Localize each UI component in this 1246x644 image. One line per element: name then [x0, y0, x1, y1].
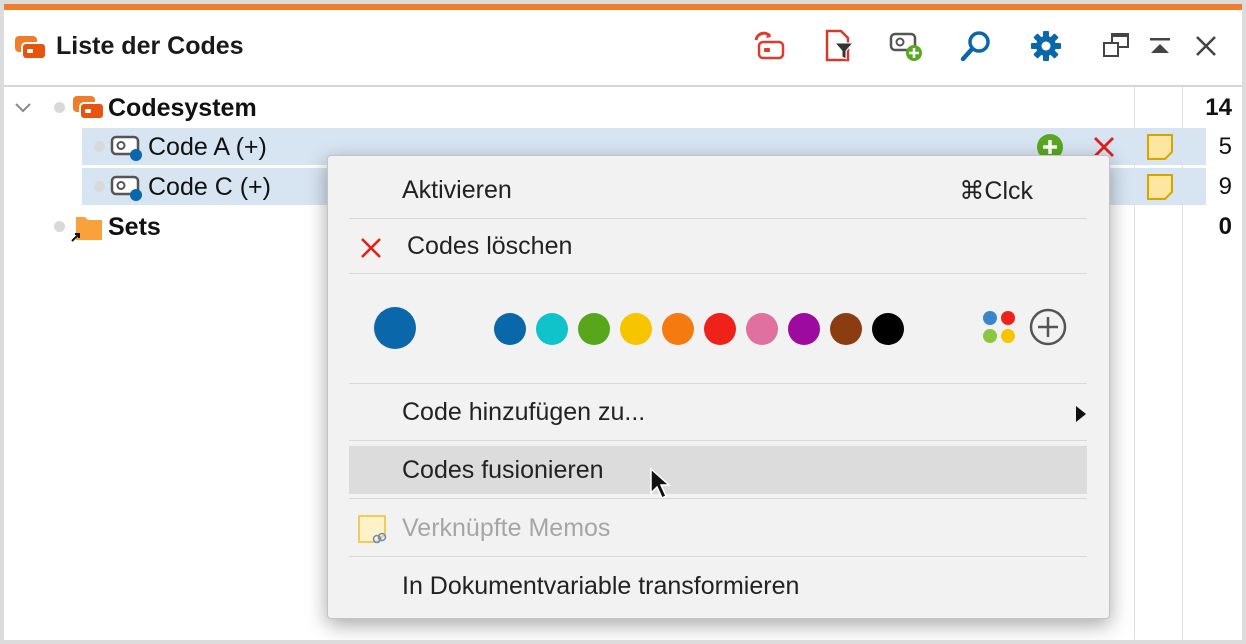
new-code-button[interactable]	[886, 26, 926, 66]
memo-icon[interactable]	[1146, 173, 1174, 201]
code-icon	[110, 175, 142, 201]
settings-button[interactable]	[1026, 26, 1066, 66]
add-color-icon[interactable]	[1028, 307, 1068, 347]
menu-separator	[349, 556, 1087, 557]
status-dot	[94, 141, 105, 152]
linked-memo-icon	[358, 515, 387, 544]
menu-item-activate[interactable]: Aktivieren ⌘Clck	[349, 176, 1087, 208]
menu-item-merge-codes[interactable]: Codes fusionieren	[349, 446, 1087, 500]
status-dot	[94, 181, 105, 192]
close-button[interactable]	[1186, 26, 1226, 66]
collapse-panel-button[interactable]	[1140, 26, 1180, 66]
menu-separator	[349, 498, 1087, 499]
tree-item-label: Sets	[108, 213, 161, 241]
document-filter-icon	[825, 29, 855, 62]
gear-icon	[1031, 31, 1061, 61]
tree-item-label: Code A (+)	[148, 133, 267, 161]
menu-item-linked-memos: Verknüpfte Memos	[349, 514, 1087, 546]
codesystem-icon	[73, 96, 105, 120]
collapse-up-icon	[1150, 38, 1170, 53]
chevron-down-icon[interactable]	[14, 99, 32, 117]
current-color-swatch[interactable]	[374, 307, 416, 349]
color-swatch[interactable]	[788, 313, 820, 345]
document-filter-button[interactable]	[818, 26, 858, 66]
menu-item-delete-codes[interactable]: Codes löschen	[349, 232, 1087, 264]
tree-item-label: Code C (+)	[148, 173, 271, 201]
status-dot	[54, 221, 65, 232]
window-title: Liste der Codes	[56, 32, 244, 60]
status-dot	[54, 102, 65, 113]
submenu-arrow-icon	[1076, 406, 1086, 422]
color-swatch[interactable]	[704, 313, 736, 345]
search-icon	[960, 31, 990, 62]
tree-row-codesystem[interactable]: Codesystem 14	[4, 89, 1242, 127]
search-button[interactable]	[956, 26, 996, 66]
sets-folder-icon	[71, 217, 102, 242]
menu-item-transform-variable[interactable]: In Dokumentvariable transformieren	[349, 572, 1087, 604]
codes-refresh-icon	[754, 31, 785, 60]
color-swatch[interactable]	[662, 313, 694, 345]
menu-separator	[349, 273, 1087, 274]
more-colors-icon[interactable]	[982, 309, 1018, 345]
color-swatch[interactable]	[494, 313, 526, 345]
menu-separator	[349, 383, 1087, 384]
code-icon	[110, 135, 142, 161]
code-list-window: Liste der Codes Codesystem 14 Code A (+)…	[4, 4, 1242, 640]
codes-refresh-button[interactable]	[748, 26, 788, 66]
undock-window-icon	[1103, 33, 1129, 57]
codes-icon	[15, 36, 47, 60]
color-swatch[interactable]	[746, 313, 778, 345]
delete-icon	[361, 238, 381, 258]
tree-item-label: Codesystem	[108, 94, 257, 122]
coded-segment-count: 14	[1205, 94, 1232, 121]
color-swatch[interactable]	[620, 313, 652, 345]
memo-icon[interactable]	[1146, 133, 1174, 161]
new-code-icon	[889, 32, 922, 61]
coded-segment-count: 5	[1218, 133, 1232, 160]
color-swatch[interactable]	[578, 313, 610, 345]
undock-window-button[interactable]	[1096, 26, 1136, 66]
menu-separator	[349, 218, 1087, 219]
coded-segment-count: 9	[1218, 173, 1232, 200]
color-swatch[interactable]	[872, 313, 904, 345]
title-bar: Liste der Codes	[4, 10, 1242, 87]
shortcut-label: ⌘Clck	[959, 177, 1033, 205]
coded-segment-count: 0	[1218, 213, 1232, 240]
color-swatch[interactable]	[536, 313, 568, 345]
close-icon	[1196, 36, 1216, 56]
menu-item-add-code-to[interactable]: Code hinzufügen zu...	[349, 398, 1087, 430]
menu-separator	[349, 440, 1087, 441]
context-menu: Aktivieren ⌘Clck Codes löschen Code hinz…	[327, 155, 1110, 619]
color-swatch[interactable]	[830, 313, 862, 345]
mouse-cursor-icon	[650, 467, 671, 500]
